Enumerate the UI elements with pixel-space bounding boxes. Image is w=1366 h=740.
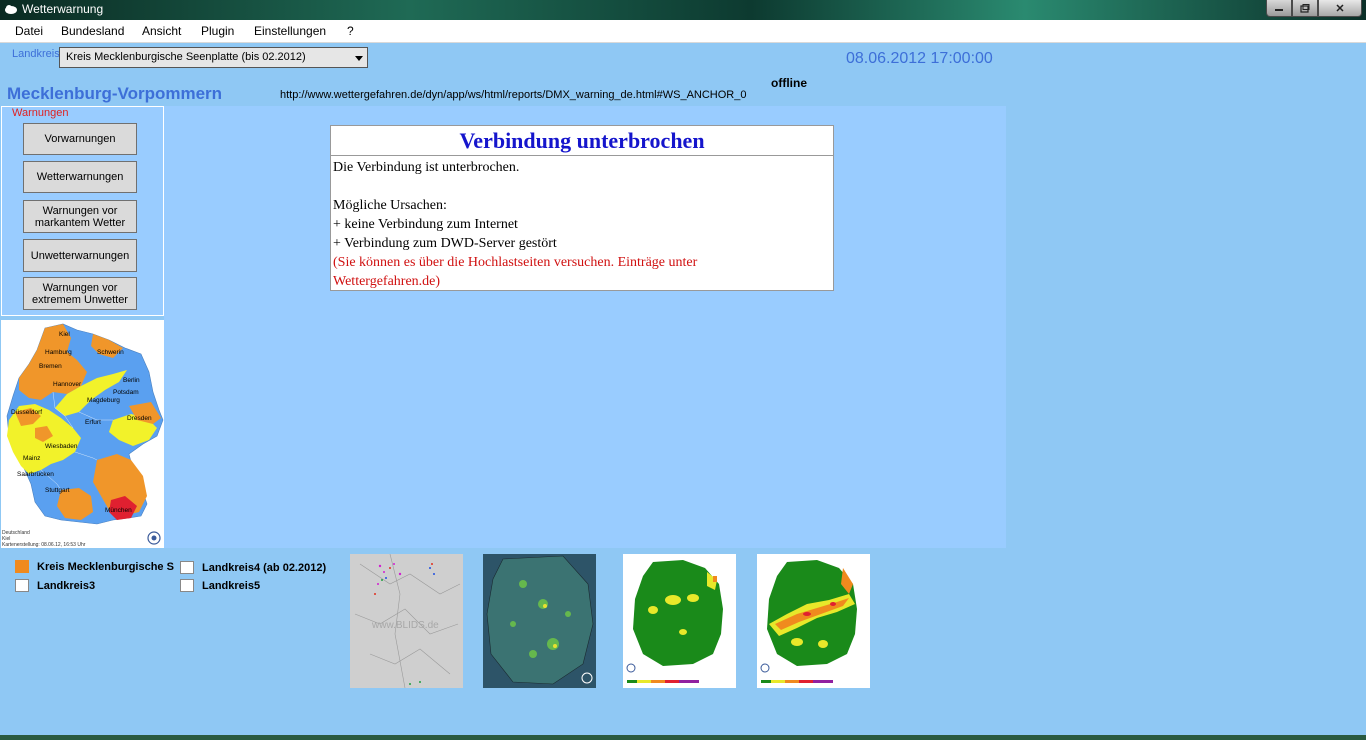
legend-label: Kreis Mecklenburgische S	[37, 560, 174, 573]
close-icon: ✕	[1335, 2, 1345, 15]
legend-label: Landkreis3	[37, 579, 96, 592]
menu-ansicht[interactable]: Ansicht	[142, 24, 181, 38]
city-label: Potsdam	[113, 389, 139, 396]
bundesland-title: Mecklenburg-Vorpommern	[7, 84, 223, 103]
lightning-thumbnail[interactable]: www.BLIDS.de	[350, 554, 463, 688]
status-text: offline	[771, 76, 807, 90]
title-bar: Wetterwarnung ✕	[0, 0, 1366, 20]
taskbar-edge	[0, 735, 1366, 740]
minimize-icon	[1275, 9, 1283, 11]
city-label: Stuttgart	[45, 487, 70, 494]
map-footer: Kartenerstellung: 08.06.12, 16:53 Uhr	[2, 542, 86, 548]
city-label: Bremen	[39, 363, 62, 370]
legend-color-swatch	[180, 579, 194, 592]
landkreis-label: Landkreis	[12, 48, 60, 60]
legend-item[interactable]: Landkreis3	[15, 579, 95, 592]
city-label: Wiesbaden	[45, 443, 78, 450]
legend-item[interactable]: Kreis Mecklenburgische S	[15, 560, 174, 573]
extremes-unwetter-button[interactable]: Warnungen vor extremem Unwetter	[23, 277, 137, 310]
city-label: Mainz	[23, 455, 40, 462]
legend-item[interactable]: Landkreis4 (ab 02.2012)	[180, 561, 327, 574]
restore-icon	[1300, 3, 1310, 13]
warnungen-legend: Warnungen	[10, 107, 71, 119]
legend-color-swatch	[180, 561, 194, 574]
radar-thumbnail[interactable]	[483, 554, 596, 688]
menu-bar: Datei Bundesland Ansicht Plugin Einstell…	[0, 20, 1366, 43]
close-button[interactable]: ✕	[1318, 0, 1362, 17]
datetime-display: 08.06.2012 17:00:00	[846, 50, 993, 67]
window-title: Wetterwarnung	[22, 2, 104, 16]
error-hint: Wettergefahren.de)	[333, 274, 441, 289]
city-label: Erfurt	[85, 419, 101, 426]
city-label: München	[105, 507, 132, 514]
radar-map-graphic	[483, 554, 596, 688]
legend-color-swatch	[15, 560, 29, 573]
lightning-map-graphic: www.BLIDS.de	[350, 554, 463, 688]
warning-map-graphic: Kiel Hamburg Schwerin Bremen Hannover Be…	[2, 323, 164, 548]
unwetterwarnungen-button[interactable]: Unwetterwarnungen	[23, 239, 137, 272]
city-label: Saarbrücken	[17, 471, 54, 478]
dwd-logo-icon	[147, 531, 161, 545]
city-label: Düsseldorf	[11, 409, 42, 416]
watermark-text: www.BLIDS.de	[371, 620, 439, 631]
city-label: Berlin	[123, 377, 140, 384]
warnmap1-thumbnail[interactable]	[623, 554, 736, 688]
menu-help[interactable]: ?	[347, 24, 354, 38]
vorwarnungen-button[interactable]: Vorwarnungen	[23, 123, 137, 155]
warnmap2-graphic	[757, 554, 870, 688]
legend-color-swatch	[15, 579, 29, 592]
dropdown-arrow-icon	[355, 56, 363, 61]
cloud-icon	[5, 5, 17, 14]
landkreis-select[interactable]: Kreis Mecklenburgische Seenplatte (bis 0…	[59, 47, 368, 68]
maximize-button[interactable]	[1292, 0, 1318, 17]
warnmap1-graphic	[623, 554, 736, 688]
error-line: + Verbindung zum DWD-Server gestört	[333, 236, 557, 251]
germany-warning-map[interactable]: Kiel Hamburg Schwerin Bremen Hannover Be…	[1, 320, 164, 548]
warnmap2-thumbnail[interactable]	[757, 554, 870, 688]
legend-label: Landkreis4 (ab 02.2012)	[202, 561, 327, 574]
error-line: + keine Verbindung zum Internet	[333, 217, 518, 232]
city-label: Kiel	[59, 331, 70, 338]
city-label: Schwerin	[97, 349, 124, 356]
menu-datei[interactable]: Datei	[15, 24, 43, 38]
legend-item[interactable]: Landkreis5	[180, 579, 260, 592]
city-label: Dresden	[127, 415, 152, 422]
wetterwarnungen-button[interactable]: Wetterwarnungen	[23, 161, 137, 193]
error-line: Mögliche Ursachen:	[333, 198, 447, 213]
minimize-button[interactable]	[1266, 0, 1292, 17]
menu-bundesland[interactable]: Bundesland	[61, 24, 124, 38]
city-label: Hamburg	[45, 349, 72, 356]
landkreis-selected: Kreis Mecklenburgische Seenplatte (bis 0…	[66, 51, 306, 63]
error-title: Verbindung unterbrochen	[331, 126, 833, 156]
legend-label: Landkreis5	[202, 579, 261, 592]
error-line: Die Verbindung ist unterbrochen.	[333, 160, 520, 175]
menu-plugin[interactable]: Plugin	[201, 24, 234, 38]
menu-einstellungen[interactable]: Einstellungen	[254, 24, 326, 38]
error-hint: (Sie können es über die Hochlastseiten v…	[333, 255, 698, 270]
report-url: http://www.wettergefahren.de/dyn/app/ws/…	[280, 89, 747, 101]
connection-error-box: Verbindung unterbrochen Die Verbindung i…	[330, 125, 834, 291]
city-label: Hannover	[53, 381, 82, 388]
city-label: Magdeburg	[87, 397, 120, 404]
markantes-wetter-button[interactable]: Warnungen vor markantem Wetter	[23, 200, 137, 233]
